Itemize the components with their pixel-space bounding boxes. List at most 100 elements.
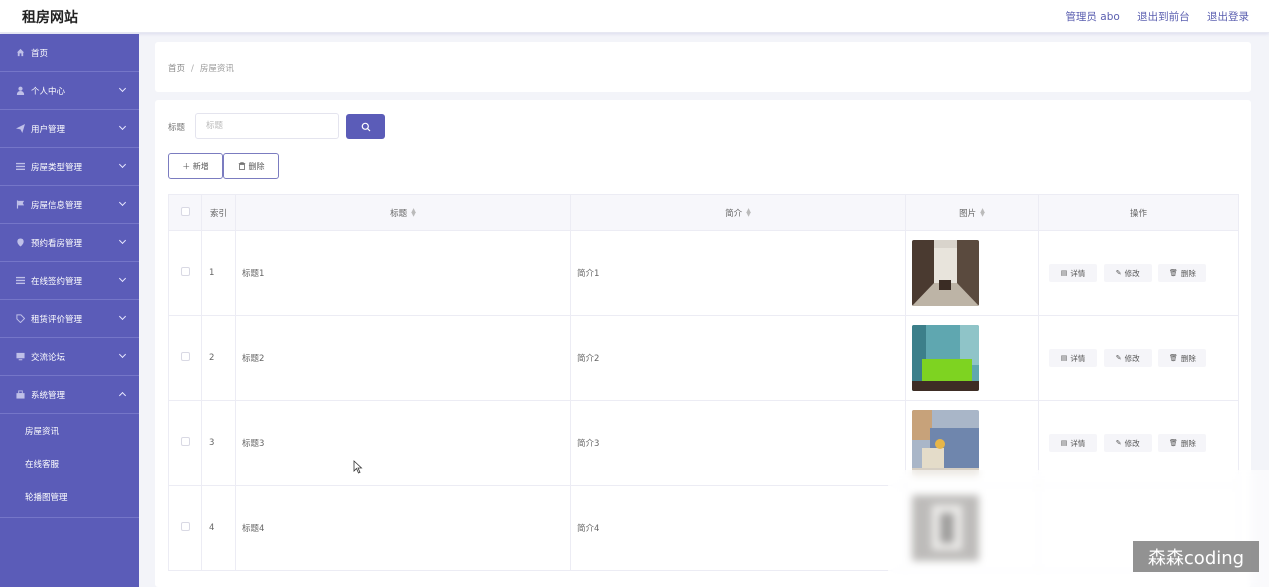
document-icon: ▤ bbox=[1060, 269, 1068, 277]
sidebar-item-label: 交流论坛 bbox=[31, 352, 66, 363]
col-intro-label: 简介 bbox=[725, 208, 743, 219]
top-header: 租房网站 管理员 abo 退出到前台 退出登录 bbox=[0, 0, 1269, 33]
delete-label: 删除 bbox=[1180, 353, 1196, 363]
row-title: 标题1 bbox=[235, 230, 571, 316]
delete-label: 删除 bbox=[1180, 438, 1196, 448]
edit-button[interactable]: ✎ 修改 bbox=[1103, 349, 1152, 367]
search-button[interactable] bbox=[346, 114, 385, 139]
location-icon bbox=[15, 238, 25, 248]
front-link[interactable]: 退出到前台 bbox=[1137, 11, 1190, 23]
room-photo-bedroom[interactable] bbox=[912, 325, 979, 391]
chevron-up-icon bbox=[118, 391, 127, 400]
pencil-icon: ✎ bbox=[1115, 269, 1122, 277]
edit-label: 修改 bbox=[1124, 268, 1140, 278]
col-title[interactable]: 标题 ▲ ▼ bbox=[235, 194, 571, 231]
row-index: 2 bbox=[201, 315, 236, 401]
detail-button[interactable]: ▤ 详情 bbox=[1049, 349, 1097, 367]
select-all-checkbox[interactable] bbox=[180, 206, 190, 216]
col-image[interactable]: 图片 ▲ ▼ bbox=[905, 194, 1039, 231]
col-actions: 操作 bbox=[1038, 194, 1239, 231]
row-title: 标题3 bbox=[235, 400, 571, 486]
search-label: 标题 bbox=[168, 123, 186, 133]
sidebar-item-label: 用户管理 bbox=[31, 124, 66, 135]
search-input[interactable] bbox=[195, 113, 339, 139]
submenu-item-carousel[interactable]: 轮播图管理 bbox=[0, 480, 139, 513]
bag-icon bbox=[15, 390, 25, 400]
sidebar: 首页 个人中心 用户管理 房屋类型管理 房屋信息管理 预约看房管理 在线签约管理… bbox=[0, 34, 139, 587]
add-button[interactable]: ＋ 新增 bbox=[168, 153, 223, 179]
sidebar-item-home[interactable]: 首页 bbox=[0, 34, 139, 72]
header-links: 管理员 abo 退出到前台 退出登录 bbox=[1051, 9, 1249, 24]
search-icon bbox=[361, 122, 370, 131]
row-index: 1 bbox=[201, 230, 236, 316]
row-delete-button[interactable]: 🗑 删除 bbox=[1158, 264, 1207, 282]
user-icon bbox=[15, 86, 25, 96]
sidebar-item-label: 租赁评价管理 bbox=[31, 314, 83, 325]
detail-button[interactable]: ▤ 详情 bbox=[1049, 264, 1097, 282]
sidebar-item-house-info[interactable]: 房屋信息管理 bbox=[0, 186, 139, 224]
room-photo-dining[interactable] bbox=[912, 240, 979, 306]
select-all-cell bbox=[168, 194, 202, 231]
row-checkbox[interactable] bbox=[180, 437, 190, 446]
row-select-cell bbox=[168, 400, 202, 486]
row-select-cell bbox=[168, 485, 202, 571]
breadcrumb-card: 首页 / 房屋资讯 bbox=[155, 42, 1251, 92]
breadcrumb: 首页 / 房屋资讯 bbox=[168, 62, 234, 74]
row-intro: 简介1 bbox=[570, 230, 906, 316]
pencil-icon: ✎ bbox=[1115, 354, 1122, 362]
sidebar-item-appointments[interactable]: 预约看房管理 bbox=[0, 224, 139, 262]
row-index: 3 bbox=[201, 400, 236, 486]
edit-label: 修改 bbox=[1124, 353, 1140, 363]
list-icon bbox=[15, 276, 25, 286]
detail-button[interactable]: ▤ 详情 bbox=[1049, 434, 1097, 452]
col-intro[interactable]: 简介 ▲ ▼ bbox=[570, 194, 906, 231]
list-icon bbox=[15, 162, 25, 172]
col-index: 索引 bbox=[201, 194, 236, 231]
submenu-item-house-news[interactable]: 房屋资讯 bbox=[0, 414, 139, 447]
detail-label: 详情 bbox=[1070, 353, 1086, 363]
row-actions: ▤ 详情 ✎ 修改 🗑 删除 bbox=[1038, 315, 1239, 401]
trash-icon bbox=[238, 162, 245, 170]
edit-button[interactable]: ✎ 修改 bbox=[1103, 434, 1152, 452]
table-header-row: 索引 标题 ▲ ▼ 简介 ▲ ▼ 图片 ▲ ▼ 操作 bbox=[168, 194, 1239, 231]
submenu-item-online-service[interactable]: 在线客服 bbox=[0, 447, 139, 480]
breadcrumb-current: 房屋资讯 bbox=[199, 64, 234, 74]
pencil-icon: ✎ bbox=[1115, 439, 1122, 447]
delete-button-label: 删除 bbox=[248, 161, 265, 171]
delete-button[interactable]: 删除 bbox=[223, 153, 279, 179]
row-delete-button[interactable]: 🗑 删除 bbox=[1158, 349, 1207, 367]
sidebar-item-system[interactable]: 系统管理 bbox=[0, 376, 139, 414]
sidebar-item-profile[interactable]: 个人中心 bbox=[0, 72, 139, 110]
send-icon bbox=[15, 124, 25, 134]
chevron-down-icon bbox=[118, 312, 127, 321]
sidebar-item-label: 首页 bbox=[31, 48, 49, 59]
breadcrumb-home[interactable]: 首页 bbox=[168, 64, 185, 74]
row-checkbox[interactable] bbox=[180, 352, 190, 361]
row-checkbox[interactable] bbox=[180, 267, 190, 276]
sidebar-item-reviews[interactable]: 租赁评价管理 bbox=[0, 300, 139, 338]
add-button-label: ＋ 新增 bbox=[182, 161, 209, 171]
row-actions: ▤ 详情 ✎ 修改 🗑 删除 bbox=[1038, 230, 1239, 316]
sidebar-item-contracts[interactable]: 在线签约管理 bbox=[0, 262, 139, 300]
row-checkbox[interactable] bbox=[180, 522, 190, 531]
sidebar-item-label: 预约看房管理 bbox=[31, 238, 83, 249]
sidebar-item-house-types[interactable]: 房屋类型管理 bbox=[0, 148, 139, 186]
edit-button[interactable]: ✎ 修改 bbox=[1103, 264, 1152, 282]
tag-icon bbox=[15, 314, 25, 324]
sidebar-item-label: 系统管理 bbox=[31, 390, 66, 401]
sidebar-item-forum[interactable]: 交流论坛 bbox=[0, 338, 139, 376]
sidebar-item-label: 个人中心 bbox=[31, 86, 66, 97]
admin-label: 管理员 abo bbox=[1065, 11, 1120, 23]
room-photo-living[interactable] bbox=[912, 410, 979, 476]
site-brand[interactable]: 租房网站 bbox=[22, 7, 78, 27]
sidebar-item-users[interactable]: 用户管理 bbox=[0, 110, 139, 148]
sort-icon: ▲ ▼ bbox=[746, 207, 751, 218]
col-image-label: 图片 bbox=[959, 208, 977, 219]
row-intro: 简介2 bbox=[570, 315, 906, 401]
logout-link[interactable]: 退出登录 bbox=[1207, 11, 1249, 23]
row-select-cell bbox=[168, 315, 202, 401]
row-intro: 简介3 bbox=[570, 400, 906, 486]
row-delete-button[interactable]: 🗑 删除 bbox=[1158, 434, 1207, 452]
chevron-down-icon bbox=[118, 84, 127, 93]
row-image-cell bbox=[905, 315, 1039, 401]
